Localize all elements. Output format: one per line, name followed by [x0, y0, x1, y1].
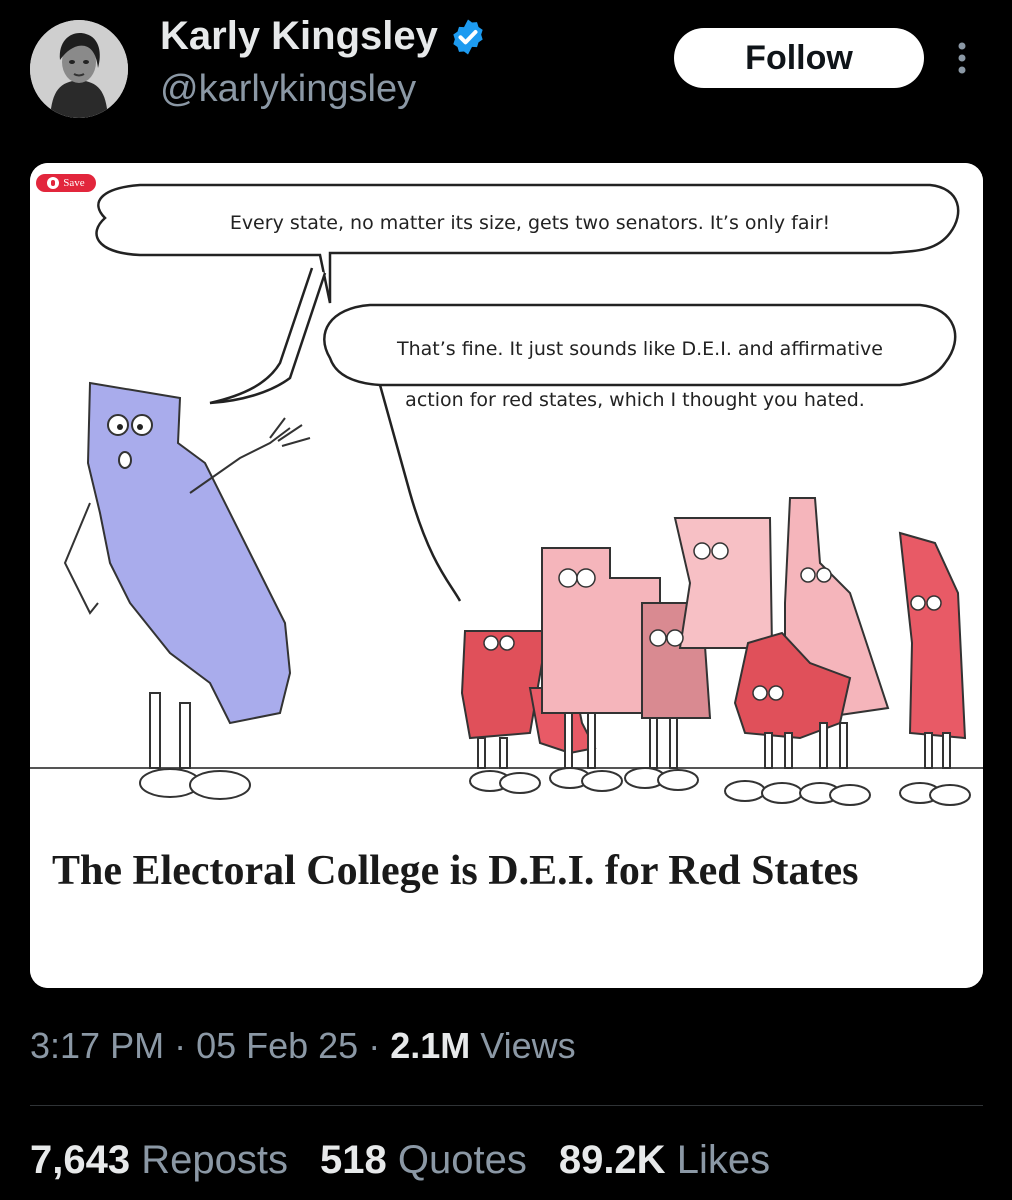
speech-bubble-1: Every state, no matter its size, gets tw… — [230, 212, 830, 234]
post-time[interactable]: 3:17 PM — [30, 1025, 164, 1066]
pinterest-save-badge: Save — [36, 174, 96, 192]
views-label: Views — [470, 1025, 576, 1066]
reposts-count: 7,643 — [30, 1138, 131, 1182]
likes-count: 89.2K — [558, 1138, 666, 1182]
post-metadata: 3:17 PM · 05 Feb 25 · 2.1M Views — [30, 1025, 576, 1067]
reposts-label: Reposts — [141, 1138, 288, 1182]
quotes-label: Quotes — [397, 1138, 527, 1182]
verified-badge-icon — [453, 19, 483, 54]
author-name-row[interactable]: Karly Kingsley — [160, 14, 488, 59]
follow-button[interactable]: Follow — [674, 28, 924, 88]
more-options-icon[interactable] — [950, 38, 974, 78]
likes-stat[interactable]: 89.2K Likes — [559, 1138, 770, 1183]
quotes-count: 518 — [319, 1138, 387, 1182]
post-image[interactable]: Every state, no matter its size, gets tw… — [30, 163, 983, 988]
likes-label: Likes — [676, 1138, 771, 1182]
divider — [30, 1105, 983, 1106]
avatar[interactable] — [30, 20, 128, 118]
reposts-stat[interactable]: 7,643 Reposts — [30, 1138, 288, 1183]
author-handle[interactable]: @karlykingsley — [160, 68, 416, 111]
save-badge-label: Save — [63, 177, 85, 189]
meta-separator: · — [358, 1025, 391, 1066]
pinterest-icon — [47, 177, 60, 189]
meta-separator: · — [164, 1025, 197, 1066]
post-date[interactable]: 05 Feb 25 — [196, 1025, 358, 1066]
engagement-stats: 7,643 Reposts 518 Quotes 89.2K Likes — [30, 1138, 770, 1183]
views-count: 2.1M — [390, 1025, 471, 1066]
display-name[interactable]: Karly Kingsley — [160, 14, 438, 59]
speech-bubble-2-line-1: That’s fine. It just sounds like D.E.I. … — [396, 338, 883, 360]
quotes-stat[interactable]: 518 Quotes — [320, 1138, 527, 1183]
image-caption: The Electoral College is D.E.I. for Red … — [52, 848, 859, 894]
speech-bubble-2-line-2: action for red states, which I thought y… — [405, 389, 865, 411]
